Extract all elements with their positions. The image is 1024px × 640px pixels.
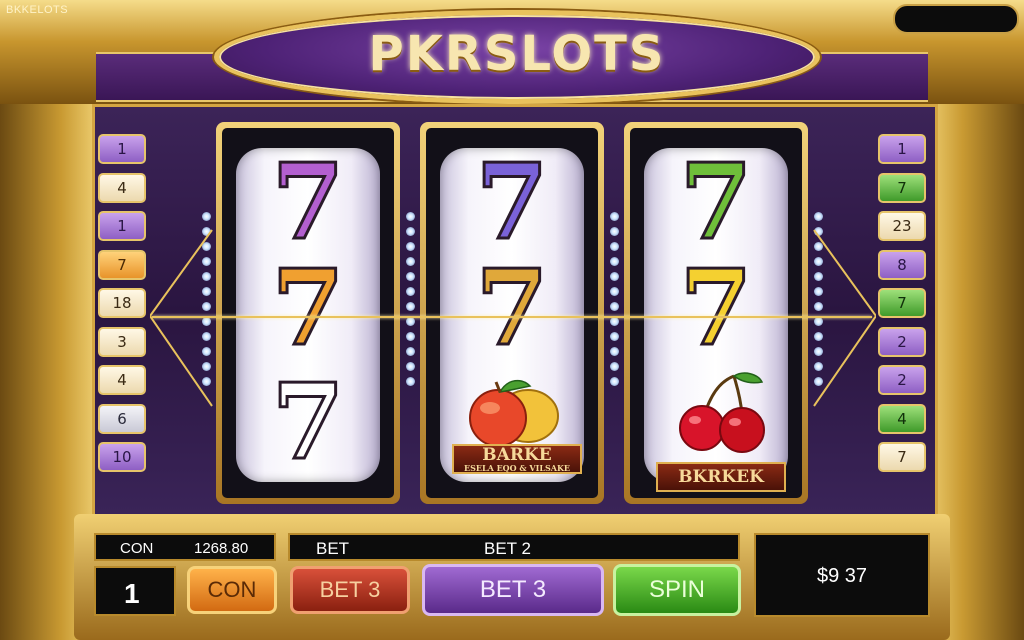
credit-label: CON: [120, 540, 154, 557]
light-strip: [610, 212, 620, 392]
payline-indicator[interactable]: 1: [98, 134, 146, 164]
line-count-display: 1: [94, 566, 176, 616]
light-strip: [406, 212, 416, 392]
top-display-pill: [893, 4, 1019, 34]
reel-window: 7 7 BARKE ESELA EQO & VILSAKE: [426, 128, 598, 498]
payline-indicator[interactable]: 18: [98, 288, 146, 318]
reel-window: 7 7 7: [222, 128, 394, 498]
cherry-icon: [679, 372, 765, 453]
payline-indicator[interactable]: 2: [878, 365, 926, 395]
reel-strip: 7 7: [440, 148, 584, 482]
reel-3: 7 7 BKRKEK: [624, 122, 808, 504]
con-button[interactable]: CON: [187, 566, 277, 614]
win-display: $9 37: [754, 533, 930, 617]
label-main: BARKE: [482, 444, 552, 465]
line-count-value: 1: [124, 578, 140, 609]
payline-indicator[interactable]: 23: [878, 211, 926, 241]
payline-indicator[interactable]: 4: [98, 172, 146, 203]
bet-header-left: BET: [316, 539, 350, 558]
bet-3-button[interactable]: BET 3: [422, 564, 604, 616]
peach-icon: [469, 379, 559, 446]
spin-button[interactable]: SPIN: [613, 564, 741, 616]
payline-indicator[interactable]: 1: [98, 211, 146, 241]
bet-header-right: BET 2: [484, 539, 531, 558]
reel-strip: 7 7 7: [236, 148, 380, 482]
corner-brand: BKKELOTS: [6, 4, 69, 16]
left-payline-arrows: [150, 229, 213, 407]
label-main: BKRKEK: [678, 466, 764, 487]
bet-display: BET BET 2: [288, 533, 740, 561]
credit-display: CON 1268.80: [94, 533, 276, 561]
payline-indicator[interactable]: 1: [878, 134, 926, 164]
right-payline-column: 1 7 23 8 7 2 2 4 7: [878, 134, 930, 481]
seven-symbol: 7: [474, 140, 549, 263]
right-payline-arrows: [813, 229, 876, 407]
payline-indicator[interactable]: 7: [878, 172, 926, 203]
seven-symbol: 7: [270, 246, 345, 369]
left-payline-column: 1 4 1 7 18 3 4 6 10: [98, 134, 150, 481]
reel-window: 7 7 BKRKEK: [630, 128, 802, 498]
credit-value: 1268.80: [194, 540, 249, 557]
game-title: PKRSLOTS: [368, 26, 666, 82]
payline-indicator[interactable]: 7: [878, 288, 926, 318]
payline-indicator[interactable]: 7: [878, 442, 926, 472]
seven-symbol: 7: [474, 246, 549, 369]
reel-2: 7 7 BARKE ESELA EQO & VILSAKE: [420, 122, 604, 504]
center-payline: [152, 316, 872, 318]
seven-symbol: 7: [678, 140, 753, 263]
payline-indicator[interactable]: 6: [98, 403, 146, 434]
seven-symbol: 7: [270, 140, 345, 263]
payline-indicator[interactable]: 3: [98, 326, 146, 357]
payline-indicator[interactable]: 2: [878, 326, 926, 357]
reel-symbol-label: BKRKEK: [656, 462, 786, 492]
reel-symbol-label: BARKE ESELA EQO & VILSAKE: [452, 444, 582, 474]
reel-1: 7 7 7: [216, 122, 400, 504]
label-sub: ESELA EQO & VILSAKE: [463, 462, 571, 473]
win-amount: $9 37: [816, 565, 868, 587]
bet-3-red-button[interactable]: BET 3: [290, 566, 410, 614]
payline-indicator[interactable]: 10: [98, 442, 146, 472]
seven-symbol: 7: [270, 360, 345, 483]
reel-strip: 7 7: [644, 148, 788, 482]
payline-indicator[interactable]: 4: [878, 403, 926, 434]
payline-indicator[interactable]: 8: [878, 249, 926, 280]
seven-symbol: 7: [678, 246, 753, 369]
payline-indicator[interactable]: 7: [98, 249, 146, 280]
payline-indicator[interactable]: 4: [98, 365, 146, 395]
